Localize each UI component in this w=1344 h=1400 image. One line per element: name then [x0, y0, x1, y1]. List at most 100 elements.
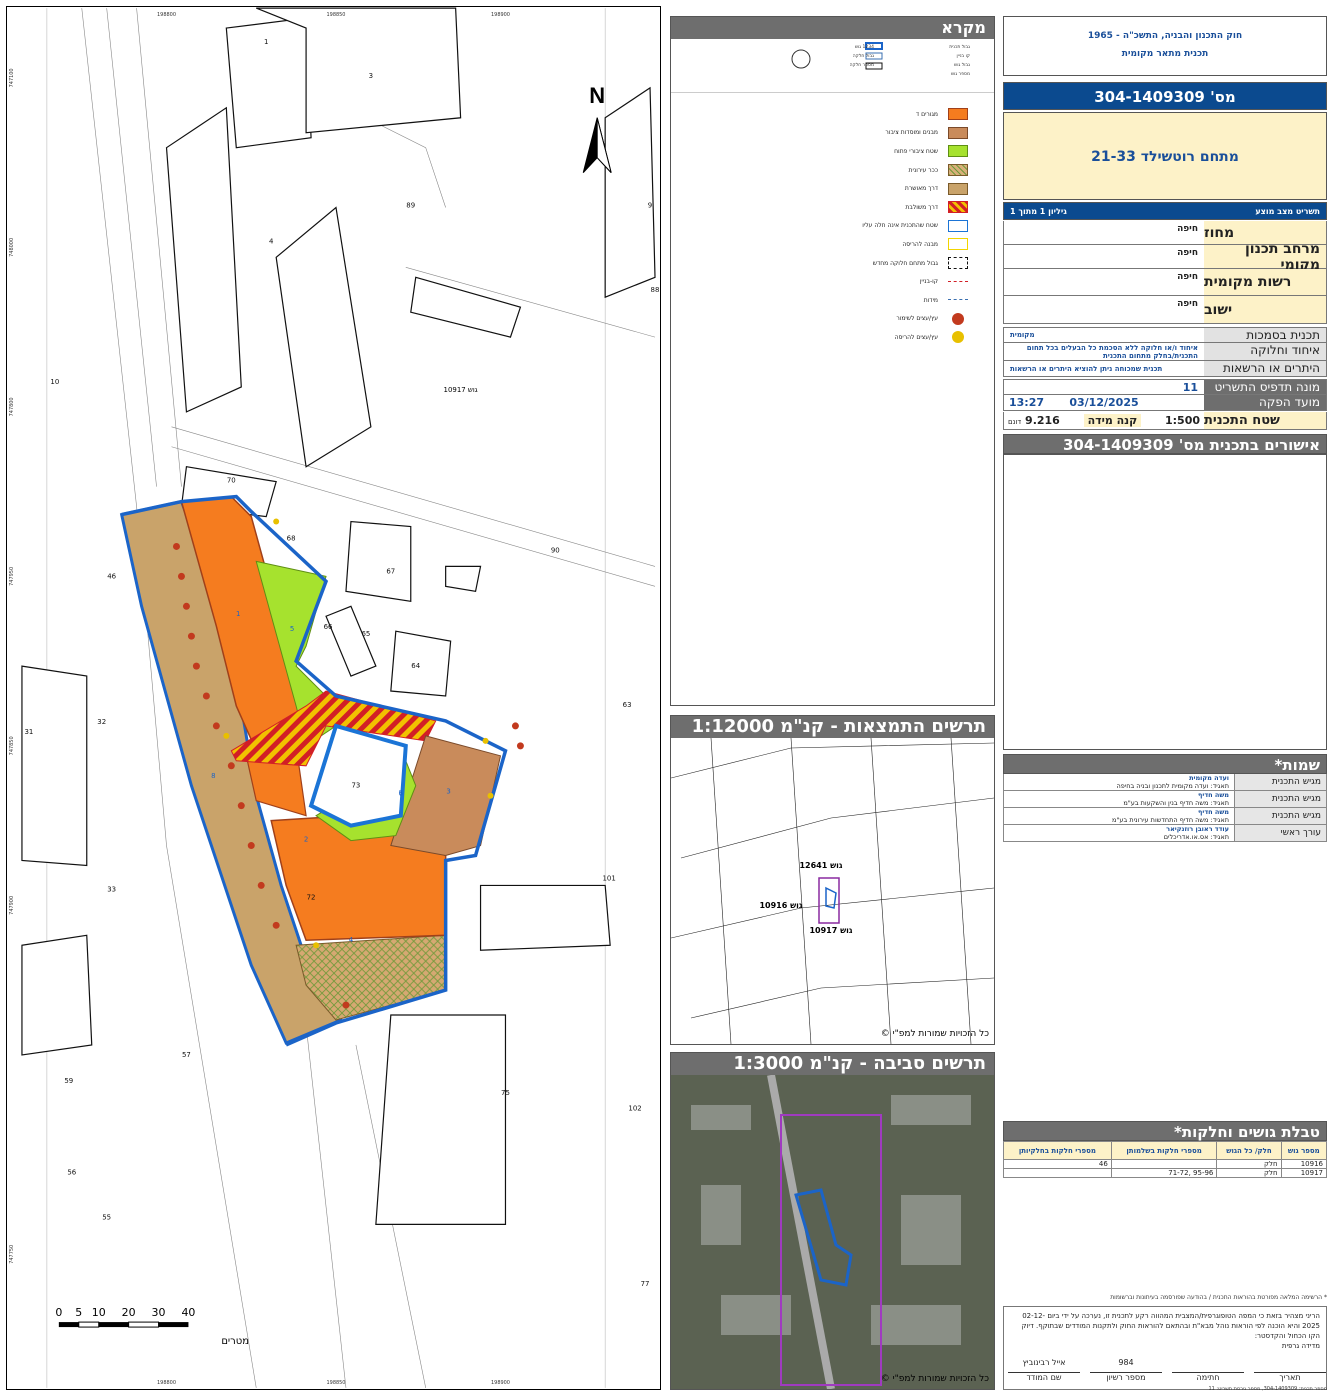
- legend-item: מידות: [671, 291, 994, 310]
- legend-label: מבנים ומוסדות ציבור: [885, 129, 938, 137]
- signature-label: חתימה: [1172, 1372, 1244, 1382]
- area-label: שטח התכנית: [1204, 412, 1326, 429]
- legend-label: מגורים ד: [915, 110, 938, 118]
- legend-label: שטח ציבורי פתוח: [894, 147, 938, 155]
- legend-panel: מקרא גבול תכנית קו בניין גבול גוש מספר גוש 1…: [670, 16, 995, 706]
- legend-swatch: [952, 312, 964, 325]
- parcel-label-68: 68: [287, 534, 296, 542]
- parcels-table: מספר גוש חלק/ כל הגוש מספרי חלקות בשלמותן מ…: [1003, 1141, 1328, 1178]
- name-line2: תאגיד: משה חדיף התחדשות עירונית בע"מ: [1112, 816, 1229, 824]
- legend-item: קו-בניין: [671, 272, 994, 291]
- legend-swatch: [948, 145, 968, 158]
- status-value: מקומית: [1010, 331, 1035, 339]
- legend-label: עץ/עצים להריסה: [894, 333, 938, 341]
- name-value: משה חדיף תאגיד: משה חדיף התחדשות עירונית …: [1004, 808, 1234, 824]
- scale-tick-20: 20: [122, 1306, 136, 1319]
- parcel-label-70: 70: [227, 477, 236, 485]
- approvals-body: [1003, 454, 1327, 750]
- scale-tick-5: 5: [75, 1306, 82, 1319]
- name-line1: ועדה מקומית: [1189, 774, 1229, 782]
- legend-item: מבנים ומוסדות ציבור: [671, 124, 994, 143]
- survey-text: הריני מצהיר בזאת כי המפה הטופוגרפית/המצב…: [1021, 1312, 1321, 1340]
- survey-accuracy: מדידה גרפית: [1281, 1342, 1320, 1350]
- plot-number-8: 8: [211, 772, 215, 780]
- info-value: חיפה: [1004, 221, 1204, 244]
- name-row: מגיש התכנית משה חדיף תאגיד: משה חדיף התחדש…: [1003, 808, 1327, 825]
- plot-number-3: 3: [446, 788, 450, 796]
- parcel-label-65: 65: [361, 630, 370, 638]
- status-key: איחוד וחלוקה: [1204, 343, 1326, 360]
- table-cell: [1003, 1168, 1112, 1178]
- signature-label: שם המודד: [1008, 1372, 1080, 1382]
- plan-kind: תכנית מתאר מקומית: [1121, 49, 1209, 59]
- left-coordinate: 747100: [9, 68, 15, 87]
- bottom-id: מספר תכנית: 304-1409309, מספר גירסת תשרי…: [1208, 1386, 1327, 1392]
- meta-key: מועד הפקה: [1204, 395, 1326, 410]
- status-row: תכנית בסמכות מקומית: [1003, 327, 1327, 343]
- left-coordinate: 747950: [9, 567, 15, 586]
- legend-swatch: [948, 219, 968, 232]
- name-value: עודד ראובן רוזנקיאר תאגיד: אס.או.אדריכלים: [1004, 825, 1234, 841]
- parcel-label-67: 67: [386, 567, 395, 575]
- parcel-label-73: 73: [351, 782, 360, 790]
- left-coordinate: 747750: [9, 1245, 15, 1264]
- legend-top-label: גבול תכנית: [949, 45, 970, 50]
- parcel-label-33: 33: [107, 885, 116, 893]
- plan-sheet: N גוש 10917 1 3 4 89 9 88 70 68 67 90 46 66 65 64 63 31…: [0, 0, 1344, 1400]
- left-coordinate: 747900: [9, 896, 15, 915]
- main-plan-map[interactable]: N גוש 10917 1 3 4 89 9 88 70 68 67 90 46 66 65 64 63 31…: [6, 6, 661, 1390]
- sheet-bar: תשריט מצב מוצע גיליון 1 מתוך 1: [1003, 202, 1327, 220]
- area-unit: דונם: [1008, 418, 1022, 426]
- info-row: רשות מקומית חיפה: [1003, 269, 1327, 296]
- plot-number-4: 4: [349, 936, 354, 944]
- table-cell: חלק: [1216, 1159, 1282, 1169]
- inset1-gush-12641: גוש 12641: [799, 861, 842, 870]
- legend-label: עץ/עצים לשימור: [896, 315, 938, 323]
- bottom-coordinate: 198900: [491, 1380, 510, 1386]
- parcels-header-cell: מספרי חלקות בשלמותן: [1110, 1141, 1218, 1160]
- survey-date: [1254, 1358, 1326, 1367]
- status-value: איחוד ו/או חלוקה ללא הסכמת כל הבעלים בכל…: [1026, 343, 1198, 360]
- inset2-credit: © כל הזכויות שמורות למפ"י: [881, 1374, 990, 1384]
- parcel-label-59: 59: [64, 1077, 73, 1085]
- top-coordinate: 198850: [327, 12, 346, 18]
- legend-item: עץ/עצים לשימור: [671, 310, 994, 329]
- name-row: מגיש התכנית משה חדיף תאגיד: משה חדיף בנין …: [1003, 791, 1327, 808]
- meta-row: מועד הפקה 03/12/2025: [1003, 395, 1327, 411]
- scale-tick-30: 30: [152, 1306, 166, 1319]
- legend-label: מידות: [923, 296, 938, 304]
- name-line2: תאגיד: ועדה מקומית לתכנון ובניה בחיפה: [1116, 782, 1229, 790]
- legend-swatch: [948, 126, 968, 139]
- meta-value: 03/12/2025: [1069, 396, 1139, 409]
- area-scale-row: שטח התכנית 9.216 דונם קנה מידה 1:500: [1003, 412, 1327, 430]
- status-row: היתרים או הרשאות תכנית שמכוחה ניתן להוציא…: [1003, 361, 1327, 377]
- name-role: עורך ראשי: [1234, 825, 1326, 841]
- info-value: חיפה: [1004, 296, 1204, 323]
- table-cell: 46: [1003, 1159, 1112, 1169]
- meta-row: מונה תדפיס התשריט 11: [1003, 379, 1327, 395]
- signature-label: תאריך: [1254, 1372, 1326, 1382]
- meta-value: 11: [1182, 381, 1198, 394]
- bottom-coordinate: 198800: [157, 1380, 176, 1386]
- parcels-header-cell: חלק/ כל הגוש: [1216, 1141, 1282, 1160]
- orientation-inset[interactable]: תרשים התמצאות - קנ"מ 1:12000 גוש 12641 ג…: [670, 715, 995, 1045]
- name-line1: משה חדיף: [1198, 791, 1229, 799]
- bottom-coordinate: 198850: [327, 1380, 346, 1386]
- parcel-label-63: 63: [623, 701, 632, 709]
- legend-swatch: [948, 164, 968, 177]
- north-label: N: [589, 83, 605, 108]
- excluded-area[interactable]: [308, 723, 408, 828]
- area-value-wrap: 9.216 דונם: [1008, 414, 1060, 427]
- approvals-title: אישורים בתכנית מס' 304-1409309: [1003, 434, 1327, 454]
- top-coordinate: 198900: [491, 12, 510, 18]
- status-key: היתרים או הרשאות: [1204, 361, 1326, 376]
- parcel-label-75: 75: [501, 1089, 510, 1097]
- scale-tick-10: 10: [92, 1306, 106, 1319]
- table-cell: 10917: [1280, 1168, 1328, 1178]
- name-line2: תאגיד: אס.או.אדריכלים: [1163, 833, 1229, 841]
- scale-ticks: 0 5 10 20 30 40: [55, 1306, 195, 1319]
- surveyor-name: אייל רבינוביץ: [1022, 1358, 1066, 1367]
- plan-number-bar: מס' 304-1409309: [1003, 82, 1327, 110]
- surroundings-inset[interactable]: תרשים סביבה - קנ"מ 1:3000 © כל הזכויות ש…: [670, 1052, 995, 1390]
- scale-unit: מטרים: [221, 1336, 249, 1347]
